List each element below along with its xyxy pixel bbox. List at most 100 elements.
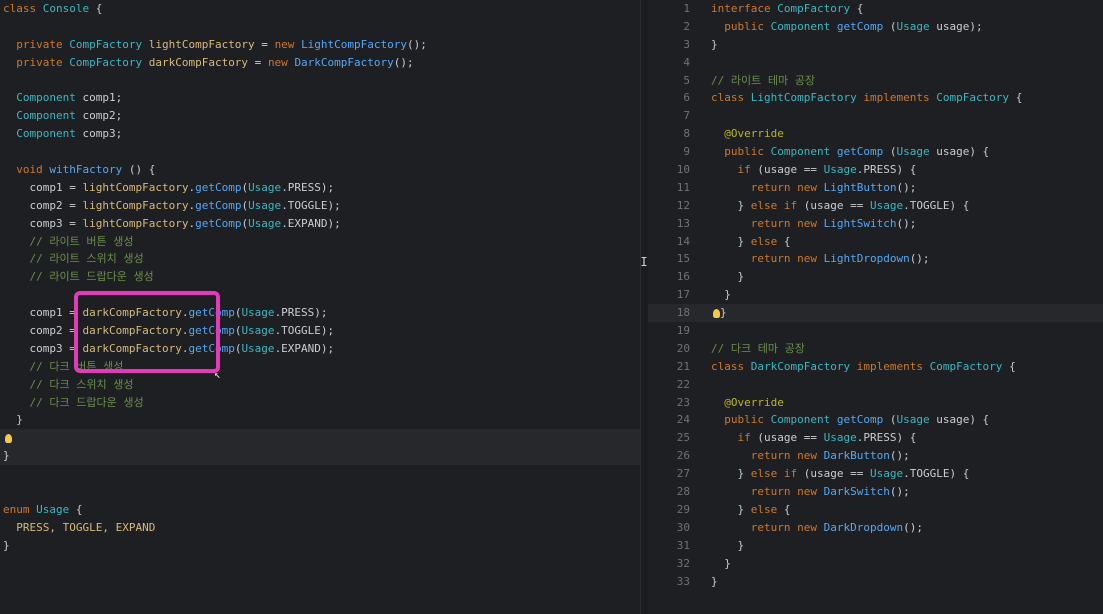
code-line[interactable]: private CompFactory darkCompFactory = ne… [0,54,640,72]
code-line[interactable]: enum Usage { [0,501,640,519]
code-line[interactable]: 10 if (usage == Usage.PRESS) { [648,161,1103,179]
code-line[interactable]: 9 public Component getComp (Usage usage)… [648,143,1103,161]
code-line[interactable]: 23 @Override [648,394,1103,412]
lightbulb-icon[interactable] [3,429,13,447]
code-line[interactable]: comp2 = darkCompFactory.getComp(Usage.TO… [0,322,640,340]
code-line[interactable] [0,72,640,90]
code-line[interactable]: private CompFactory lightCompFactory = n… [0,36,640,54]
code-line[interactable]: Component comp2; [0,107,640,125]
code-token: = [254,37,275,51]
code-line[interactable]: 22 [648,376,1103,394]
code-line[interactable]: Component comp1; [0,89,640,107]
code-token: lightCompFactory [82,180,189,194]
code-line[interactable]: 7 [648,107,1103,125]
code-line[interactable]: 5 // 라이트 테마 공장 [648,72,1103,90]
code-line[interactable]: 29 } else { [648,501,1103,519]
code-line[interactable]: PRESS, TOGGLE, EXPAND [0,519,640,537]
code-line[interactable] [0,465,640,483]
code-text: } else { [711,501,791,519]
code-line[interactable]: 33} [648,573,1103,591]
code-line[interactable]: 4 [648,54,1103,72]
code-line[interactable] [0,143,640,161]
code-line[interactable]: 8 @Override [648,125,1103,143]
mouse-pointer-icon: ↖ [214,368,221,381]
code-line[interactable]: 25 if (usage == Usage.PRESS) { [648,429,1103,447]
line-number: 20 [676,341,690,355]
code-text: public Component getComp (Usage usage); [711,18,982,36]
code-line[interactable]: 32 } [648,555,1103,573]
code-line[interactable] [0,18,640,36]
line-number: 4 [683,55,690,69]
code-line[interactable]: 20 // 다크 테마 공장 [648,340,1103,358]
code-text: Component comp1; [3,89,122,107]
code-line[interactable]: comp1 = lightCompFactory.getComp(Usage.P… [0,179,640,197]
code-token: else if [750,198,804,212]
code-line[interactable]: 14 } else { [648,233,1103,251]
code-line[interactable] [0,483,640,501]
code-line[interactable]: 11 return new LightButton(); [648,179,1103,197]
code-line[interactable] [0,286,640,304]
code-line[interactable]: 17 } [648,286,1103,304]
code-line[interactable]: 31 } [648,537,1103,555]
code-line[interactable]: 28 return new DarkSwitch(); [648,483,1103,501]
code-line[interactable]: 18} [648,304,1103,323]
code-line[interactable]: 21 class DarkCompFactory implements CompF… [648,358,1103,376]
code-token: CompFactory [929,359,1010,373]
code-line[interactable]: 13 return new LightSwitch(); [648,215,1103,233]
code-line[interactable]: 2 public Component getComp (Usage usage)… [648,18,1103,36]
code-line[interactable]: // 다크 스위치 생성 [0,376,640,394]
code-token: LightDropdown [823,252,910,266]
code-text: comp3 = lightCompFactory.getComp(Usage.E… [3,215,340,233]
code-token: { [783,502,791,516]
code-token: comp1; [82,91,123,105]
code-line[interactable]: 26 return new DarkButton(); [648,447,1103,465]
code-token: comp2 = [3,324,83,338]
code-line[interactable]: 12 } else if (usage == Usage.TOGGLE) { [648,197,1103,215]
code-text: // 라이트 스위치 생성 [3,250,143,268]
code-token: Usage [896,145,937,159]
code-token: getComp [195,216,242,230]
code-token: (usage == [803,467,870,481]
code-line[interactable]: comp3 = lightCompFactory.getComp(Usage.E… [0,215,640,233]
code-line[interactable]: 1 interface CompFactory { [648,0,1103,18]
code-line[interactable]: comp3 = darkCompFactory.getComp(Usage.EX… [0,340,640,358]
line-number: 30 [676,520,690,534]
code-line[interactable]: comp2 = lightCompFactory.getComp(Usage.T… [0,197,640,215]
code-line[interactable]: 6 class LightCompFactory implements CompF… [648,89,1103,107]
code-line[interactable]: 15 return new LightDropdown(); [648,250,1103,268]
code-line[interactable]: 27 } else if (usage == Usage.TOGGLE) { [648,465,1103,483]
code-token: // 다크 버튼 생성 [3,359,124,373]
code-line[interactable]: } [0,447,640,466]
code-line[interactable]: class Console { [0,0,640,18]
code-line[interactable] [0,429,640,448]
code-line[interactable]: void withFactory () { [0,161,640,179]
left-code-area[interactable]: class Console { private CompFactory ligh… [0,0,640,555]
left-editor-pane[interactable]: class Console { private CompFactory ligh… [0,0,640,614]
code-token: LightCompFactory [301,37,408,51]
code-token: DarkSwitch [823,485,890,499]
code-token: } [711,37,718,51]
code-line[interactable]: 16 } [648,268,1103,286]
code-line[interactable]: // 라이트 버튼 생성 [0,233,640,251]
code-line[interactable]: } [0,411,640,429]
code-line[interactable]: 3} [648,36,1103,54]
code-line[interactable]: 30 return new DarkDropdown(); [648,519,1103,537]
code-token: Component [3,127,83,141]
code-line[interactable]: Component comp3; [0,125,640,143]
right-code-area[interactable]: 1 interface CompFactory {2 public Compone… [648,0,1103,590]
code-line[interactable]: // 라이트 드랍다운 생성 [0,268,640,286]
code-token: Component [3,91,83,105]
code-line[interactable]: // 다크 버튼 생성 [0,358,640,376]
code-line[interactable]: // 라이트 스위치 생성 [0,250,640,268]
right-editor-pane[interactable]: 1 interface CompFactory {2 public Compone… [648,0,1103,614]
code-line[interactable]: comp1 = darkCompFactory.getComp(Usage.PR… [0,304,640,322]
line-number: 2 [683,19,690,33]
code-token: Usage [869,198,904,212]
code-token: LightButton [823,180,897,194]
code-line[interactable]: 19 [648,322,1103,340]
code-line[interactable]: // 다크 드랍다운 생성 [0,394,640,412]
code-text: comp2 = darkCompFactory.getComp(Usage.TO… [3,322,334,340]
code-line[interactable]: 24 public Component getComp (Usage usage… [648,411,1103,429]
code-token: // 다크 테마 공장 [711,341,805,355]
code-line[interactable]: } [0,537,640,555]
